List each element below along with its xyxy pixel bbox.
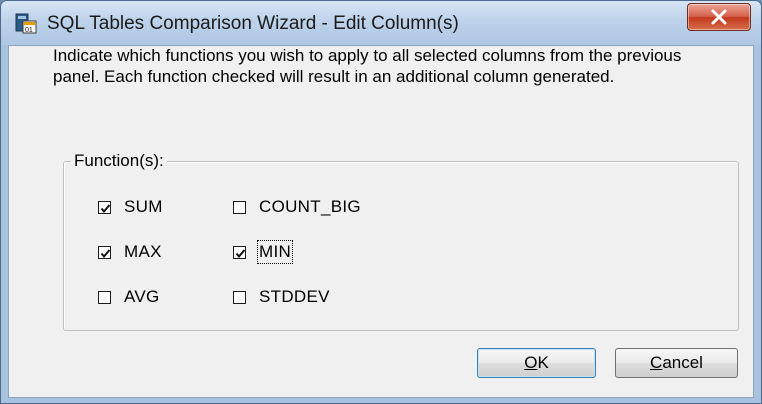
checkmark-icon	[100, 203, 111, 213]
max-label: MAX	[124, 242, 162, 261]
checkbox-box[interactable]	[233, 290, 246, 304]
count-big-label: COUNT_BIG	[259, 197, 361, 216]
count-big-checkbox[interactable]: COUNT_BIG	[233, 197, 361, 217]
stddev-label: STDDEV	[259, 287, 330, 306]
functions-groupbox	[63, 161, 739, 331]
title-bar[interactable]: 01 SQL Tables Comparison Wizard - Edit C…	[1, 1, 761, 45]
checkbox-box[interactable]	[98, 245, 111, 259]
instructions-line-2: panel. Each function checked will result…	[53, 67, 615, 86]
stddev-checkbox[interactable]: STDDEV	[233, 287, 330, 307]
db-table-icon: 01	[15, 12, 37, 34]
min-checkbox[interactable]: MIN	[233, 240, 294, 264]
window-title: SQL Tables Comparison Wizard - Edit Colu…	[47, 13, 459, 34]
dialog-window: 01 SQL Tables Comparison Wizard - Edit C…	[0, 0, 762, 404]
functions-group-legend: Function(s):	[71, 151, 167, 171]
instructions-line-1: Indicate which functions you wish to app…	[53, 46, 682, 65]
ok-mnemonic: O	[524, 353, 538, 372]
max-checkbox[interactable]: MAX	[98, 242, 162, 262]
sum-checkbox[interactable]: SUM	[98, 197, 163, 217]
ok-label-rest: K	[537, 353, 549, 372]
cancel-button[interactable]: Cancel	[615, 348, 738, 378]
checkbox-box[interactable]	[98, 290, 111, 304]
ok-button[interactable]: OK	[477, 348, 596, 378]
sum-label: SUM	[124, 197, 163, 216]
checkmark-icon	[235, 248, 246, 258]
checkbox-box[interactable]	[233, 200, 246, 214]
cancel-label-rest: ancel	[662, 353, 703, 372]
close-button[interactable]	[687, 3, 751, 31]
min-label: MIN	[256, 240, 294, 264]
checkbox-box[interactable]	[98, 200, 111, 214]
checkbox-box[interactable]	[233, 245, 246, 259]
avg-checkbox[interactable]: AVG	[98, 287, 160, 307]
avg-label: AVG	[124, 287, 160, 306]
svg-text:01: 01	[25, 27, 33, 34]
instructions-text: Indicate which functions you wish to app…	[53, 45, 753, 87]
cancel-mnemonic: C	[650, 353, 663, 372]
checkmark-icon	[100, 248, 111, 258]
close-icon	[711, 9, 727, 25]
